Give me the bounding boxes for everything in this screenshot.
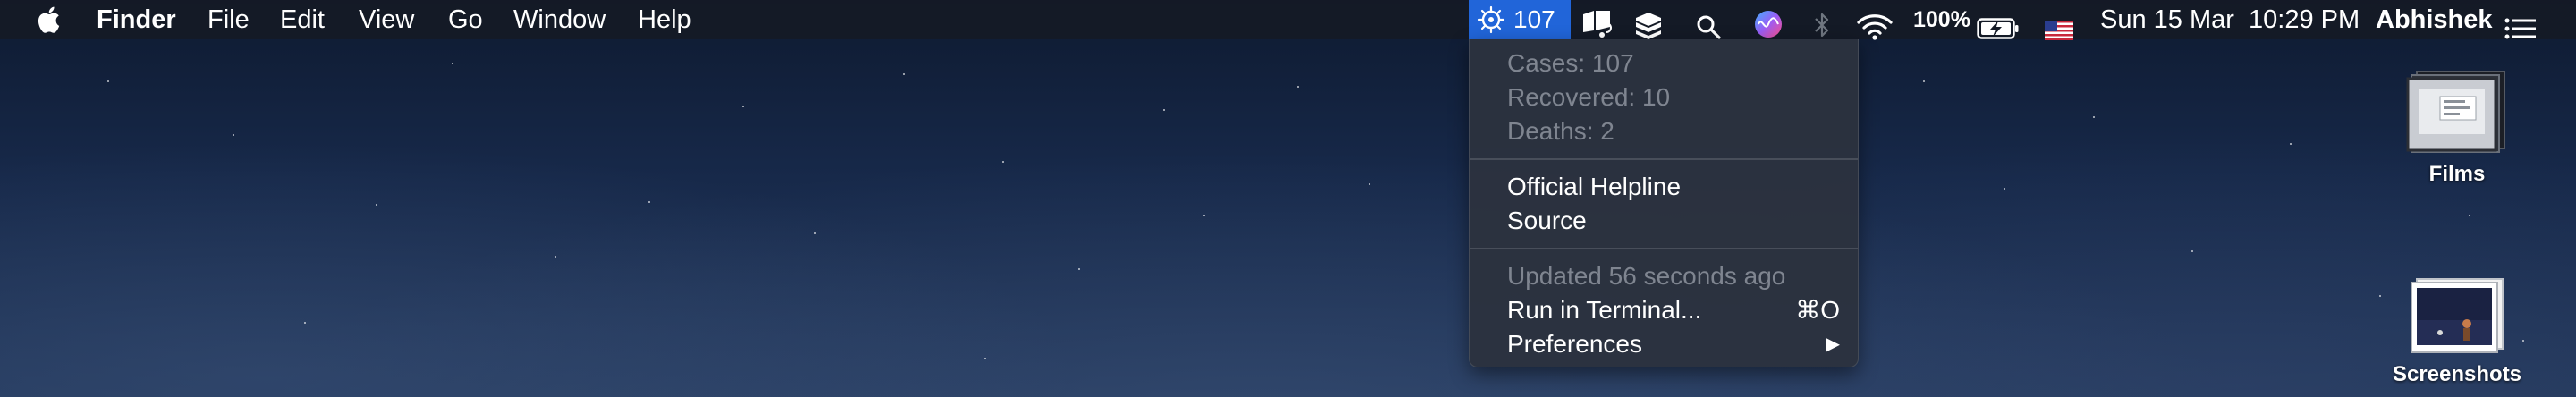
notifications-icon[interactable] xyxy=(1580,4,1615,43)
virus-icon xyxy=(1477,5,1505,34)
recovered-stat: Recovered: 10 xyxy=(1507,83,1671,111)
desktop-wallpaper xyxy=(0,0,2576,397)
list-icon[interactable] xyxy=(2504,9,2537,48)
desktop-folder-films[interactable]: Films xyxy=(2390,64,2524,187)
menu-separator xyxy=(1470,158,1858,160)
deaths-stat: Deaths: 2 xyxy=(1507,117,1614,145)
us-flag-icon[interactable] xyxy=(2045,11,2073,50)
source-item[interactable]: Source xyxy=(1507,204,1587,238)
app-menu-finder[interactable]: Finder xyxy=(97,0,176,39)
desktop-icon-label: Screenshots xyxy=(2392,362,2522,386)
folder-thumbnail-icon xyxy=(2411,278,2504,353)
siri-icon[interactable] xyxy=(1753,4,1784,44)
preferences-item[interactable]: Preferences xyxy=(1507,327,1642,361)
cases-stat: Cases: 107 xyxy=(1507,49,1634,77)
battery-percentage: 100% xyxy=(1913,7,1970,32)
official-helpline-item[interactable]: Official Helpline xyxy=(1507,170,1681,204)
clock[interactable]: Sun 15 Mar 10:29 PM xyxy=(2100,0,2360,39)
menu-window[interactable]: Window xyxy=(513,0,606,39)
menu-go[interactable]: Go xyxy=(448,0,483,39)
menu-bar: Finder File Edit View Go Window Help 107 xyxy=(0,0,2576,40)
run-in-terminal-shortcut: ⌘O xyxy=(1795,296,1840,324)
covid-dropdown-menu: Cases: 107 Recovered: 10 Deaths: 2 Offic… xyxy=(1469,39,1859,367)
submenu-arrow-icon: ▶ xyxy=(1826,334,1840,354)
folder-thumbnail-icon xyxy=(2406,71,2505,153)
apple-logo-icon[interactable] xyxy=(34,4,66,36)
menu-edit[interactable]: Edit xyxy=(280,0,325,39)
menu-help[interactable]: Help xyxy=(638,0,691,39)
battery-charging-icon[interactable] xyxy=(1977,9,2020,48)
desktop-folder-screenshots[interactable]: Screenshots xyxy=(2390,274,2524,387)
user-name[interactable]: Abhishek xyxy=(2376,0,2493,39)
menu-view[interactable]: View xyxy=(359,0,414,39)
covid-count: 107 xyxy=(1513,5,1555,33)
menu-file[interactable]: File xyxy=(208,0,250,39)
desktop-icon-label: Films xyxy=(2428,162,2486,186)
run-in-terminal-item[interactable]: Run in Terminal... xyxy=(1507,293,1701,327)
wifi-icon[interactable] xyxy=(1855,7,1894,46)
menu-separator xyxy=(1470,248,1858,249)
updated-status: Updated 56 seconds ago xyxy=(1507,262,1786,290)
covid-status-item[interactable]: 107 xyxy=(1469,0,1571,39)
